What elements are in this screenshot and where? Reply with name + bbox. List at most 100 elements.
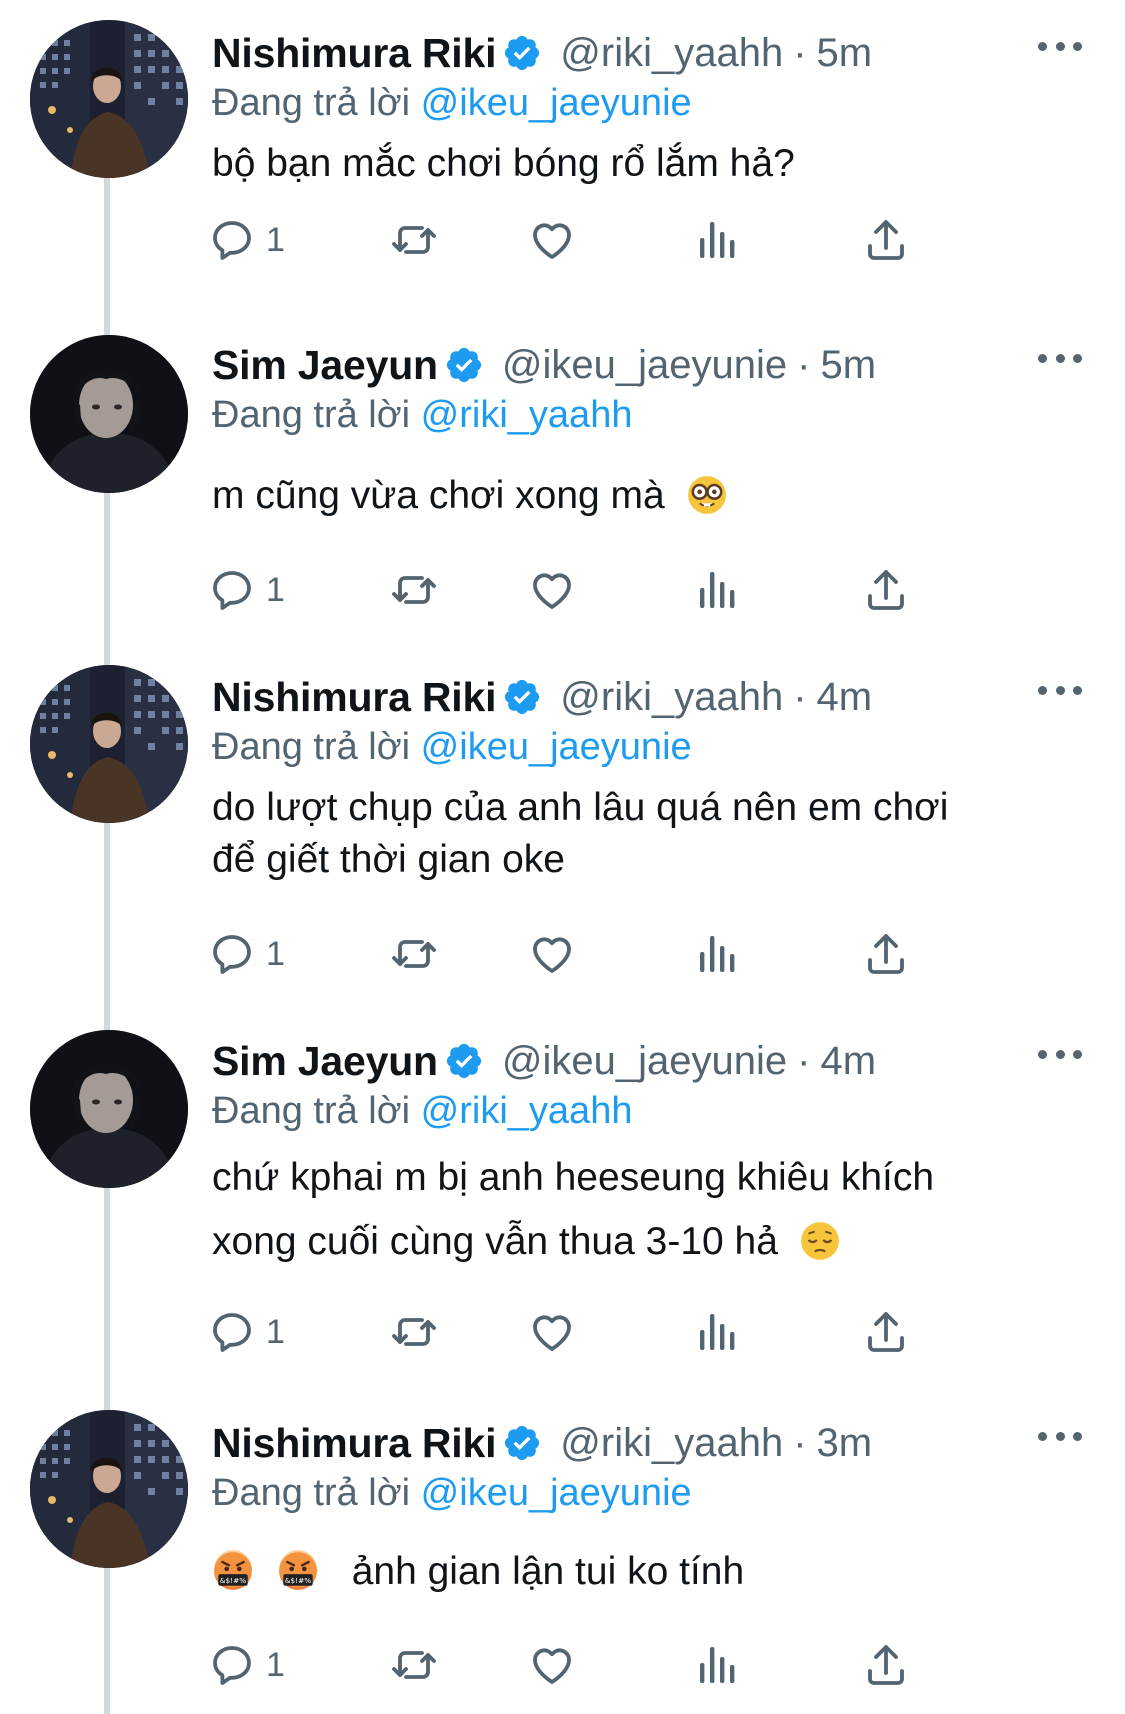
retweet-icon: [390, 1308, 438, 1356]
retweet-button[interactable]: [390, 1302, 438, 1362]
share-icon: [862, 566, 910, 614]
riki-avatar-icon: [30, 1410, 188, 1568]
heart-icon: [528, 1308, 576, 1356]
action-bar: 1: [212, 560, 1012, 620]
username[interactable]: @riki_yaahh: [560, 675, 783, 720]
mention-link[interactable]: @riki_yaahh: [421, 394, 633, 436]
like-button[interactable]: [528, 1635, 576, 1695]
jaeyun-avatar-icon: [30, 1030, 188, 1188]
reply-count: 1: [266, 1312, 285, 1351]
tweet-text-line: xong cuối cùng vẫn thua 3-10 hả: [212, 1210, 1082, 1274]
share-button[interactable]: [862, 1302, 910, 1362]
replying-to: Đang trả lời @riki_yaahh: [212, 390, 1082, 440]
verified-badge-icon: [502, 677, 542, 717]
verified-badge-icon: [502, 1423, 542, 1463]
tweet-text-line: ảnh gian lận tui ko tính: [212, 1546, 1082, 1598]
verified-badge-icon: [444, 1041, 484, 1081]
mention-link[interactable]: @ikeu_jaeyunie: [421, 82, 692, 124]
more-options-icon[interactable]: [1038, 1424, 1082, 1448]
tweet-text-content: m cũng vừa chơi xong mà: [212, 474, 665, 517]
reply-button[interactable]: 1: [208, 210, 285, 270]
tweet-text-content: ảnh gian lận tui ko tính: [351, 1550, 745, 1593]
tweet-text: m cũng vừa chơi xong mà: [212, 470, 1082, 522]
tweet-text-line: m cũng vừa chơi xong mà: [212, 470, 1082, 522]
mention-link[interactable]: @riki_yaahh: [421, 1090, 633, 1132]
username[interactable]: @ikeu_jaeyunie: [502, 1039, 787, 1084]
reply-button[interactable]: 1: [208, 1635, 285, 1695]
share-button[interactable]: [862, 924, 910, 984]
tweet-text: ảnh gian lận tui ko tính: [212, 1546, 1082, 1598]
display-name[interactable]: Nishimura Riki: [212, 1420, 496, 1467]
tweet-text-line: để giết thời gian oke: [212, 838, 565, 881]
reply-button[interactable]: 1: [208, 560, 285, 620]
mention-link[interactable]: @ikeu_jaeyunie: [421, 1472, 692, 1514]
riki-avatar-icon: [30, 665, 188, 823]
username[interactable]: @riki_yaahh: [560, 31, 783, 76]
views-button[interactable]: [694, 560, 742, 620]
tweet-text: do lượt chụp của anh lâu quá nên em chơi…: [212, 782, 1082, 886]
avatar[interactable]: [30, 1410, 188, 1568]
replying-to-label: Đang trả lời: [212, 1472, 411, 1514]
share-button[interactable]: [862, 560, 910, 620]
like-button[interactable]: [528, 1302, 576, 1362]
retweet-icon: [390, 1641, 438, 1689]
timestamp[interactable]: 5m: [817, 31, 873, 76]
avatar[interactable]: [30, 1030, 188, 1188]
more-options-icon[interactable]: [1038, 34, 1082, 58]
display-name[interactable]: Nishimura Riki: [212, 30, 496, 77]
share-button[interactable]: [862, 210, 910, 270]
more-options-icon[interactable]: [1038, 678, 1082, 702]
display-name[interactable]: Nishimura Riki: [212, 674, 496, 721]
retweet-button[interactable]: [390, 560, 438, 620]
reply-count: 1: [266, 934, 285, 973]
heart-icon: [528, 930, 576, 978]
separator: ·: [793, 30, 807, 75]
replying-to-label: Đang trả lời: [212, 1090, 411, 1132]
timestamp[interactable]: 4m: [817, 675, 873, 720]
action-bar: 1: [212, 1635, 1012, 1695]
retweet-button[interactable]: [390, 210, 438, 270]
reply-button[interactable]: 1: [208, 924, 285, 984]
more-options-icon[interactable]: [1038, 1042, 1082, 1066]
reply-icon: [208, 1308, 256, 1356]
tweet-text-line: do lượt chụp của anh lâu quá nên em chơi: [212, 786, 949, 829]
timestamp[interactable]: 5m: [820, 343, 876, 388]
avatar[interactable]: [30, 20, 188, 178]
reply-count: 1: [266, 570, 285, 609]
reply-count: 1: [266, 1645, 285, 1684]
reply-icon: [208, 1641, 256, 1689]
views-button[interactable]: [694, 210, 742, 270]
avatar[interactable]: [30, 665, 188, 823]
reply-button[interactable]: 1: [208, 1302, 285, 1362]
bar-chart-icon: [694, 1641, 742, 1689]
share-icon: [862, 1308, 910, 1356]
more-options-icon[interactable]: [1038, 346, 1082, 370]
jaeyun-avatar-icon: [30, 335, 188, 493]
username[interactable]: @ikeu_jaeyunie: [502, 343, 787, 388]
reply-icon: [208, 216, 256, 264]
tweet-text-content: xong cuối cùng vẫn thua 3-10 hả: [212, 1220, 778, 1263]
views-button[interactable]: [694, 1302, 742, 1362]
like-button[interactable]: [528, 560, 576, 620]
views-button[interactable]: [694, 1635, 742, 1695]
cursing-face-emoji-icon: [277, 1550, 319, 1592]
views-button[interactable]: [694, 924, 742, 984]
username[interactable]: @riki_yaahh: [560, 1421, 783, 1466]
tweet-header: Nishimura Riki @riki_yaahh · 3m: [212, 1418, 1082, 1468]
bar-chart-icon: [694, 566, 742, 614]
like-button[interactable]: [528, 210, 576, 270]
retweet-button[interactable]: [390, 1635, 438, 1695]
mention-link[interactable]: @ikeu_jaeyunie: [421, 726, 692, 768]
tweet-text-line: bộ bạn mắc chơi bóng rổ lắm hả?: [212, 142, 795, 185]
retweet-icon: [390, 216, 438, 264]
like-button[interactable]: [528, 924, 576, 984]
reply-count: 1: [266, 220, 285, 259]
tweet-header: Sim Jaeyun @ikeu_jaeyunie · 4m: [212, 1036, 1082, 1086]
avatar[interactable]: [30, 335, 188, 493]
display-name[interactable]: Sim Jaeyun: [212, 1038, 438, 1085]
timestamp[interactable]: 4m: [820, 1039, 876, 1084]
timestamp[interactable]: 3m: [817, 1421, 873, 1466]
retweet-button[interactable]: [390, 924, 438, 984]
share-button[interactable]: [862, 1635, 910, 1695]
display-name[interactable]: Sim Jaeyun: [212, 342, 438, 389]
